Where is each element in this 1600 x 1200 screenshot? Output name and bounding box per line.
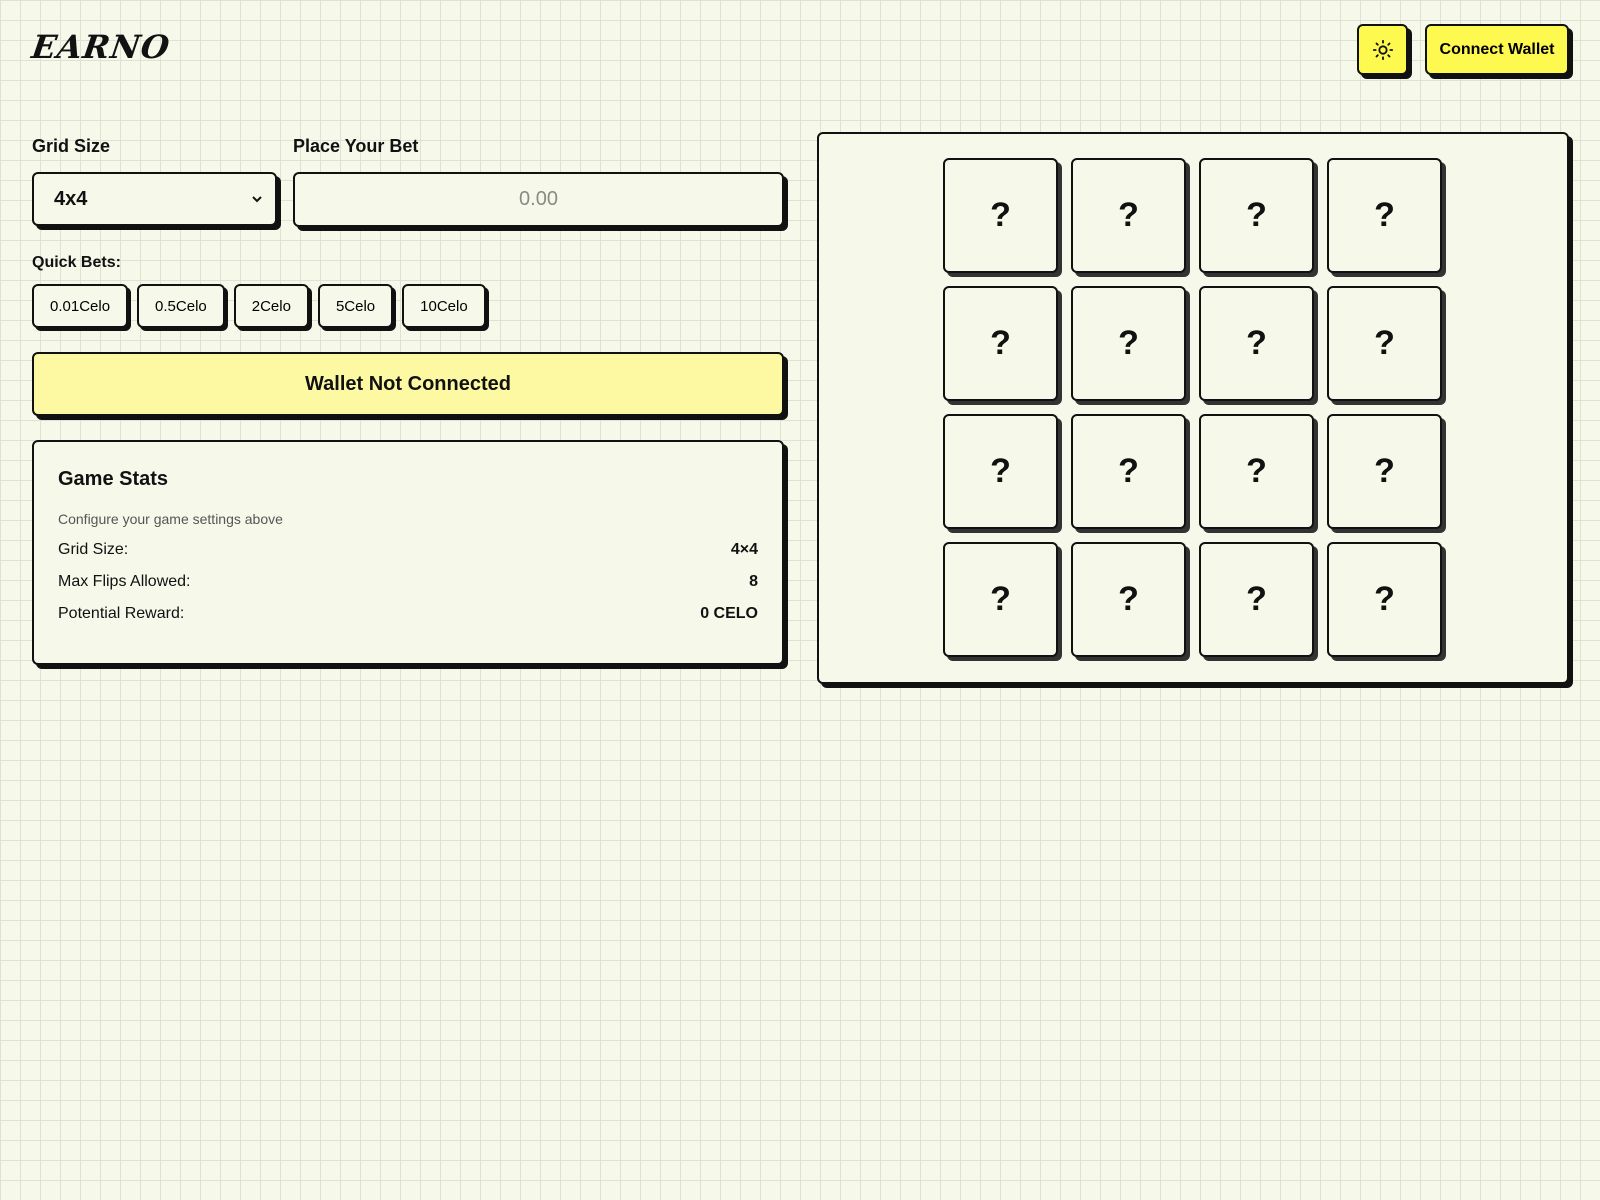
stat-label: Max Flips Allowed: (58, 573, 191, 590)
stat-value: 4×4 (730, 541, 758, 558)
game-tile[interactable]: ? (1071, 286, 1186, 401)
grid-size-select[interactable]: 4x4 (32, 172, 277, 226)
stat-label: Grid Size: (58, 541, 129, 558)
game-stats-panel: Game Stats Configure your game settings … (32, 440, 784, 665)
game-tile[interactable]: ? (1071, 158, 1186, 273)
game-tile[interactable]: ? (1327, 414, 1442, 529)
game-tile[interactable]: ? (1327, 542, 1442, 657)
connect-wallet-button[interactable]: Connect Wallet (1425, 24, 1569, 75)
quick-bet-button[interactable]: 5Celo (317, 284, 394, 328)
game-tile[interactable]: ? (1199, 158, 1314, 273)
game-board: ? ? ? ? ? ? ? ? ? ? ? ? ? ? ? ? (817, 132, 1569, 684)
quick-bet-button[interactable]: 0.01Celo (32, 284, 129, 328)
bet-label: Place Your Bet (293, 136, 419, 156)
stat-value: 0 CELO (700, 605, 758, 622)
grid-size-value: 4x4 (54, 187, 88, 210)
wallet-status-button[interactable]: Wallet Not Connected (32, 352, 784, 416)
stat-row-potential-reward: Potential Reward: 0 CELO (58, 605, 758, 623)
game-tile[interactable]: ? (943, 542, 1058, 657)
game-tile[interactable]: ? (1327, 158, 1442, 273)
quick-bet-button[interactable]: 2Celo (233, 284, 309, 328)
quick-bet-button[interactable]: 0.5Celo (137, 284, 225, 328)
quick-bet-button[interactable]: 10Celo (402, 284, 486, 328)
chevron-down-icon (252, 196, 262, 203)
game-tile[interactable]: ? (943, 158, 1058, 273)
app-logo: EARNO (29, 28, 173, 66)
stat-row-max-flips: Max Flips Allowed: 8 (58, 573, 758, 591)
stat-label: Potential Reward: (58, 605, 185, 622)
quick-bets-row: 0.01Celo 0.5Celo 2Celo 5Celo 10Celo (32, 284, 486, 328)
game-tile[interactable]: ? (943, 414, 1058, 529)
game-tile[interactable]: ? (1327, 286, 1442, 401)
game-tile[interactable]: ? (1199, 414, 1314, 529)
theme-toggle-button[interactable] (1357, 24, 1408, 75)
bet-input[interactable] (293, 172, 784, 227)
stat-value: 8 (749, 573, 758, 590)
game-tile[interactable]: ? (1199, 286, 1314, 401)
stats-title: Game Stats (58, 468, 169, 490)
game-tile[interactable]: ? (1199, 542, 1314, 657)
game-tile[interactable]: ? (1071, 542, 1186, 657)
tile-grid: ? ? ? ? ? ? ? ? ? ? ? ? ? ? ? ? (943, 158, 1442, 657)
game-tile[interactable]: ? (943, 286, 1058, 401)
sun-icon (1372, 39, 1393, 60)
quick-bets-label: Quick Bets: (32, 254, 121, 271)
stats-subtitle: Configure your game settings above (58, 511, 283, 527)
stat-row-grid-size: Grid Size: 4×4 (58, 541, 758, 559)
grid-size-label: Grid Size (32, 136, 111, 156)
game-tile[interactable]: ? (1071, 414, 1186, 529)
